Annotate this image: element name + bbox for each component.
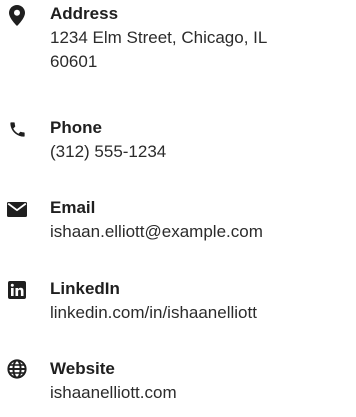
linkedin-value[interactable]: linkedin.com/in/ishaanelliott [50,301,356,325]
website-text: Website ishaanelliott.com [50,357,356,405]
phone-icon [6,118,28,140]
phone-text: Phone (312) 555-1234 [50,116,356,164]
website-label: Website [50,359,115,378]
email-value[interactable]: ishaan.elliott@example.com [50,220,356,244]
phone-value[interactable]: (312) 555-1234 [50,140,356,164]
email-text: Email ishaan.elliott@example.com [50,196,356,244]
email-label: Email [50,198,96,217]
linkedin-icon [6,279,28,301]
address-text: Address 1234 Elm Street, Chicago, IL 606… [50,2,356,74]
address-label: Address [50,4,119,23]
linkedin-label: LinkedIn [50,279,120,298]
envelope-icon [6,198,28,220]
linkedin-text: LinkedIn linkedin.com/in/ishaanelliott [50,277,356,325]
website-value[interactable]: ishaanelliott.com [50,381,356,405]
map-pin-icon [6,4,28,26]
phone-label: Phone [50,118,102,137]
globe-icon [6,358,28,380]
address-value: 1234 Elm Street, Chicago, IL 60601 [50,28,267,71]
